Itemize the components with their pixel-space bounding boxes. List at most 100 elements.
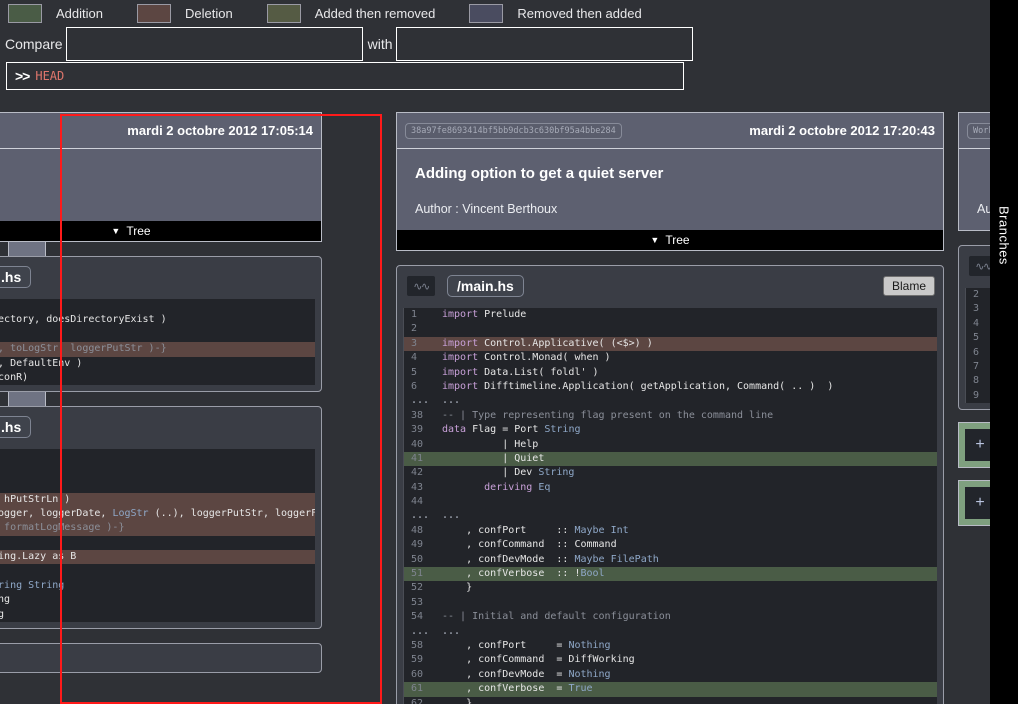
legend-item-deletion: Deletion: [136, 3, 267, 23]
code-line: 49 , confCommand :: Command: [404, 538, 937, 552]
code-line: 62 }: [404, 697, 937, 704]
blame-button[interactable]: Blame: [882, 276, 935, 296]
code-line: 44: [404, 495, 937, 509]
file-header-left-1: ∿∿ .hs: [0, 263, 315, 291]
code-line: ring: [0, 593, 315, 607]
line-content: import Control.Monad( when ): [442, 352, 611, 364]
code-line: tring.Lazy as B: [0, 550, 315, 565]
code-line: 6 import Difftimeline.Application( getApp…: [404, 380, 937, 394]
code-line: 5 import Data.List( foldl' ): [404, 366, 937, 380]
right-black-strip: [990, 0, 1018, 704]
line-content: [0, 536, 315, 550]
code-line: ......: [404, 509, 937, 523]
line-content: t, hPutStrLn ): [4, 493, 71, 505]
line-number: 59: [411, 654, 424, 666]
line-content: | Help: [442, 438, 539, 450]
line-number: 43: [411, 481, 424, 493]
line-content: , confVerbose = True: [442, 683, 593, 695]
code-line: String String: [0, 579, 315, 593]
code-line: irectory, doesDirectoryExist ): [0, 313, 315, 327]
code-block-middle[interactable]: 1 import Prelude 2 3 import Control.Applicat…: [403, 308, 937, 704]
commit-hash-middle[interactable]: 38a97fe8693414bf5bb9dcb3c630bf95a4bbe284: [405, 122, 622, 139]
line-content: , confPort :: Maybe Int: [442, 524, 629, 536]
code-line: e( formatLogMessage )-}: [0, 521, 315, 536]
file-panel-middle: ∿∿ /main.hs Blame 1 import Prelude 2 3 impor…: [396, 265, 944, 704]
file-header-left-2: ∿∿ .hs: [0, 413, 315, 441]
commit-header-left: mardi 2 octobre 2012 17:05:14: [0, 113, 321, 149]
line-number: 54: [411, 611, 424, 623]
code-line: viconR): [0, 371, 315, 385]
code-line: 2: [404, 322, 937, 336]
line-number: 62: [411, 697, 424, 704]
code-line: 40 | Help: [404, 438, 937, 452]
code-line: 52 }: [404, 581, 937, 595]
file-name-left-2[interactable]: .hs: [0, 416, 32, 439]
code-line: 53: [404, 596, 937, 610]
compare-input-a[interactable]: [65, 27, 363, 61]
tree-caret-icon-middle: ▼: [650, 235, 660, 245]
tree-toggle-left[interactable]: ▼ Tree: [0, 221, 321, 241]
line-number: 3: [411, 337, 418, 349]
code-line: [0, 464, 315, 478]
code-block-left-1[interactable]: irectory, doesDirectoryExist ) er, toLogS…: [0, 299, 315, 386]
line-content: [0, 464, 315, 478]
file-name-left-1[interactable]: .hs: [0, 266, 32, 288]
compare-input-b[interactable]: [395, 27, 693, 61]
line-number: 41: [411, 452, 424, 464]
head-bar[interactable]: >> HEAD: [6, 62, 684, 90]
code-line: 51 , confVerbose :: !Bool: [404, 567, 937, 582]
commit-card-left: mardi 2 octobre 2012 17:05:14 dout ▼ Tre…: [0, 112, 322, 242]
code-line: [0, 449, 315, 463]
line-number: ...: [411, 625, 430, 637]
legend-label-deletion: Deletion: [184, 5, 233, 21]
code-line: 41 | Quiet: [404, 451, 937, 467]
line-number: 38: [411, 409, 424, 421]
line-number: 58: [411, 639, 424, 651]
line-content: tring.Lazy as B: [0, 551, 77, 563]
line-content: ig, DefaultEnv ): [0, 357, 83, 369]
branches-tab[interactable]: Branches: [990, 120, 1018, 350]
code-line: 50 , confDevMode :: Maybe FilePath: [404, 553, 937, 567]
line-content: , confDevMode = Nothing: [442, 668, 611, 680]
commit-body-middle: Adding option to get a quiet server Auth…: [397, 149, 943, 230]
code-line: ......: [404, 394, 937, 408]
code-line: 59 , confCommand = DiffWorking: [404, 653, 937, 667]
line-number: ...: [411, 510, 430, 522]
file-header-middle: ∿∿ /main.hs Blame: [403, 272, 937, 300]
compare-row: Compare with: [0, 26, 693, 62]
head-chevron-icon: >>: [15, 68, 30, 84]
tree-toggle-middle[interactable]: ▼ Tree: [397, 230, 943, 250]
line-content: String String: [0, 579, 65, 591]
code-line: ing: [0, 608, 315, 622]
code-line: 42 | Dev String: [404, 466, 937, 480]
line-number: 42: [411, 467, 424, 479]
line-number: 40: [411, 438, 424, 450]
code-line: 58 , confPort = Nothing: [404, 639, 937, 653]
code-line: ig, DefaultEnv ): [0, 357, 315, 371]
middle-commit-column: 38a97fe8693414bf5bb9dcb3c630bf95a4bbe284…: [396, 112, 944, 704]
line-content: | Quiet: [442, 452, 545, 464]
line-content: kLogger, loggerDate, LogStr (..), logger…: [0, 507, 315, 519]
file-name-middle[interactable]: /main.hs: [447, 275, 524, 297]
line-content: import Difftimeline.Application( getAppl…: [442, 380, 834, 392]
line-number: 52: [411, 582, 424, 594]
tree-caret-icon-left: ▼: [111, 226, 121, 236]
line-content: | Dev String: [442, 467, 575, 479]
legend-swatch-removed-then-added: [469, 3, 504, 23]
code-line: 38 -- | Type representing flag present on…: [404, 409, 937, 423]
line-number: 60: [411, 668, 424, 680]
line-content: [438, 495, 937, 509]
line-content: import Control.Applicative( (<$>) ): [442, 337, 653, 349]
code-line: ......: [404, 625, 937, 639]
line-content: viconR): [0, 371, 29, 383]
line-content: [0, 478, 315, 492]
file-panel-left-1: ∿∿ .hs irectory, doesDirectoryExist ) er,…: [0, 256, 322, 393]
head-ref-label[interactable]: HEAD: [35, 69, 64, 83]
line-number: 4: [411, 352, 418, 364]
line-number: 50: [411, 553, 424, 565]
code-line: [0, 299, 315, 313]
line-number: 49: [411, 539, 424, 551]
commit-title-left: dout: [0, 165, 303, 182]
code-block-left-2[interactable]: t, hPutStrLn ) kLogger, loggerDate, LogSt…: [0, 449, 315, 623]
commit-date-left: mardi 2 octobre 2012 17:05:14: [127, 123, 313, 138]
